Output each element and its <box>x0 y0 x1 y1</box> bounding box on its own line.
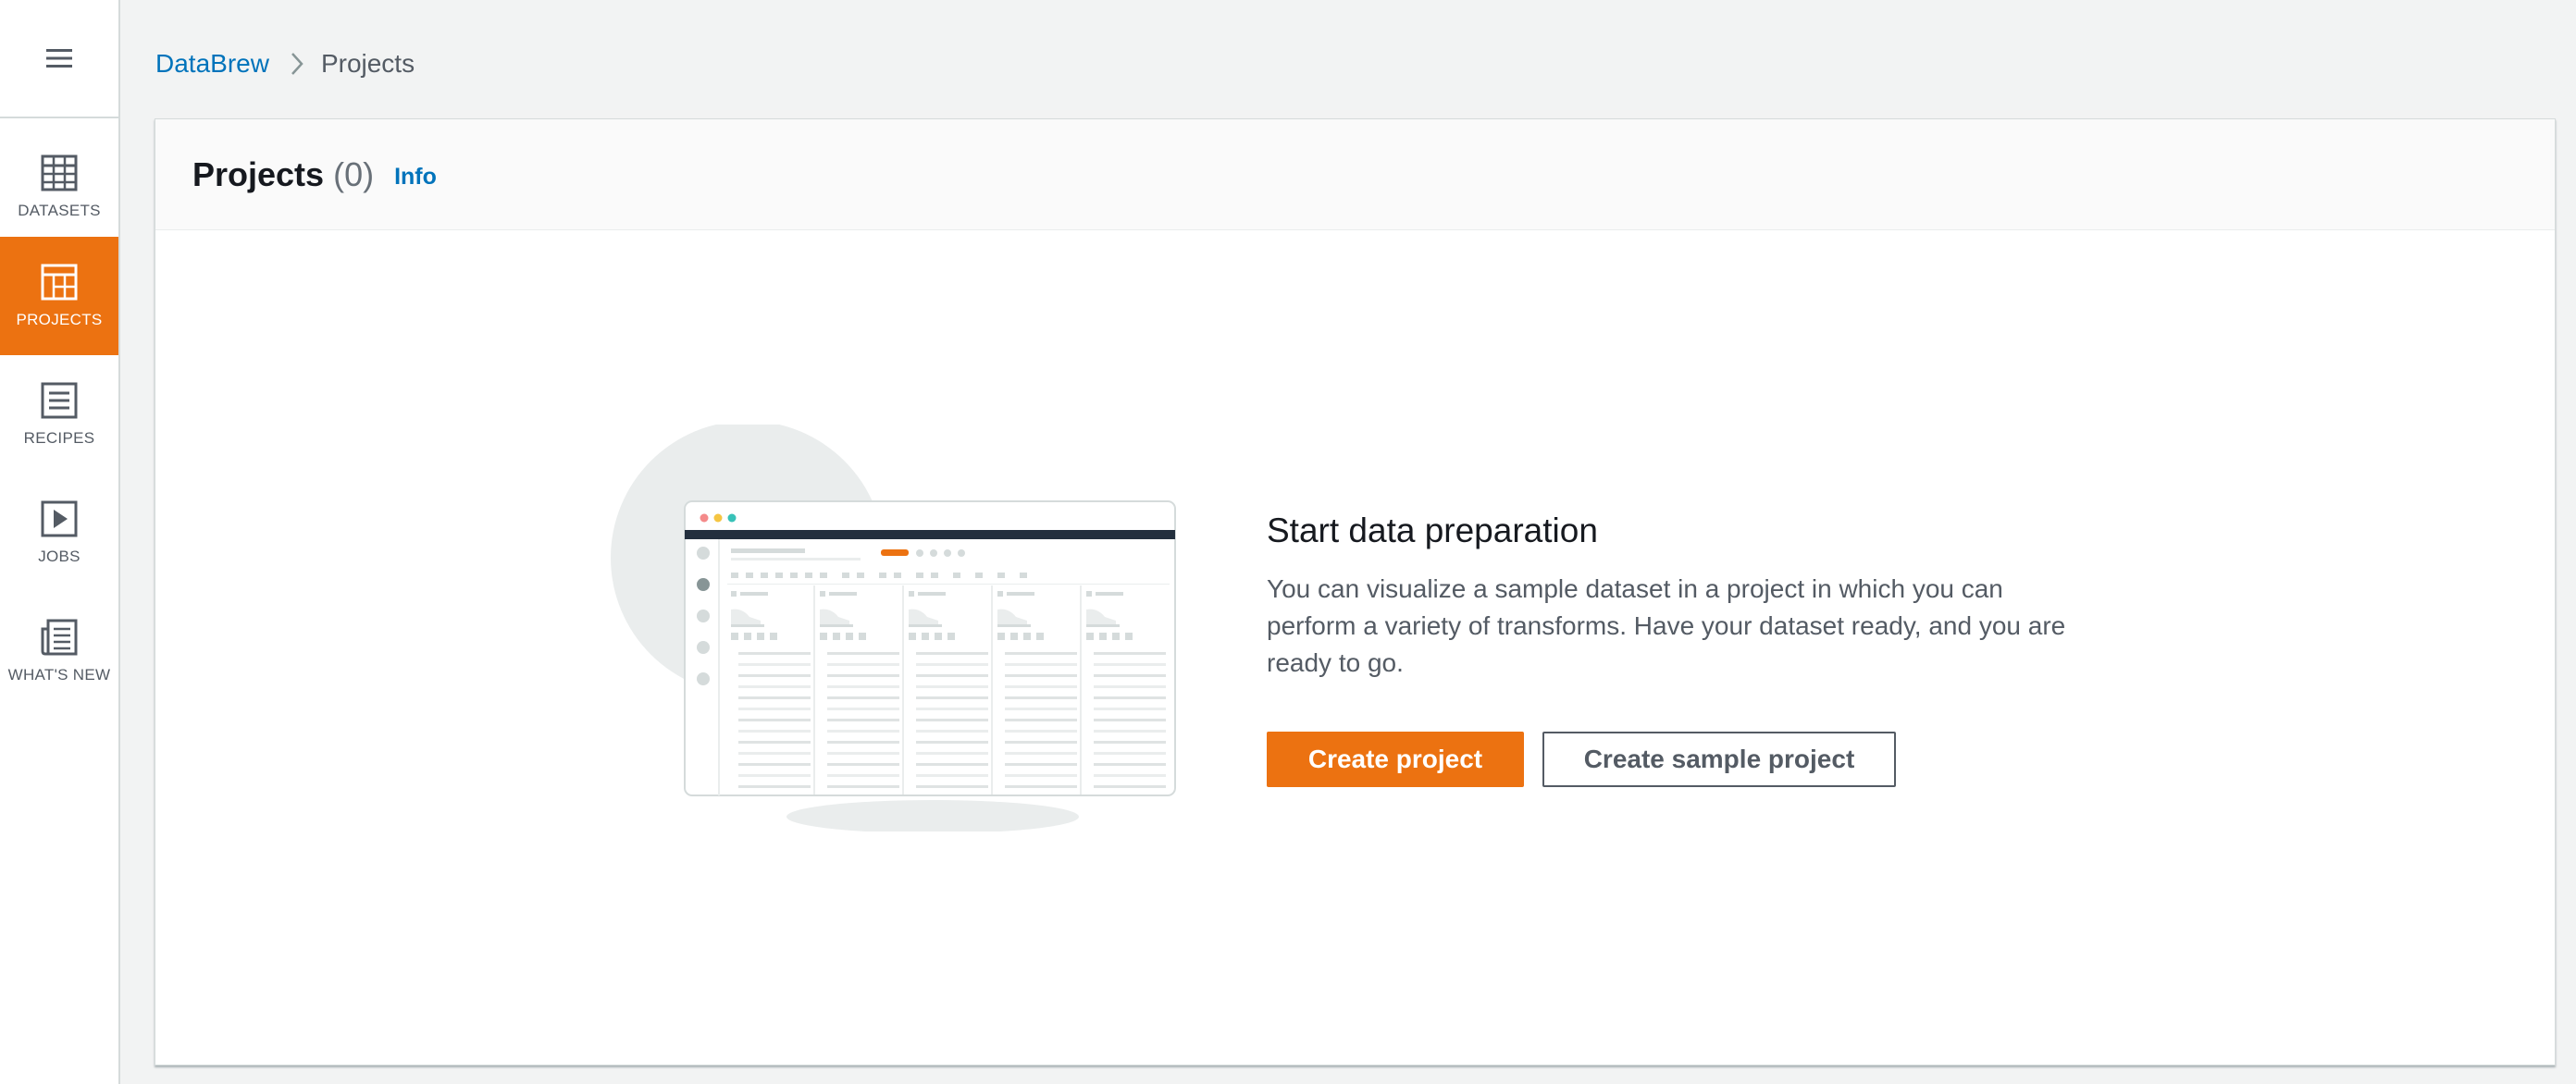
sidebar-item-recipes[interactable]: RECIPES <box>0 355 118 474</box>
sidebar-item-label: RECIPES <box>23 429 95 447</box>
sidebar-item-whats-new[interactable]: WHAT'S NEW <box>0 592 118 710</box>
recipe-list-icon <box>41 382 78 419</box>
create-project-button[interactable]: Create project <box>1267 732 1524 787</box>
empty-state: Start data preparation You can visualize… <box>1267 511 2099 682</box>
sidebar-item-projects[interactable]: PROJECTS <box>0 237 118 355</box>
breadcrumb-databrew-link[interactable]: DataBrew <box>155 49 269 79</box>
app-window-illustration <box>611 425 1176 831</box>
page-title: Projects <box>192 154 325 193</box>
breadcrumb-current: Projects <box>320 49 415 78</box>
table-grid-icon <box>41 154 78 191</box>
play-icon <box>41 500 78 537</box>
projects-container: Projects (0) Info Start data preparation… <box>155 118 2556 1066</box>
sidebar-item-datasets[interactable]: DATASETS <box>0 128 118 246</box>
empty-state-actions: Create project Create sample project <box>1267 732 1896 787</box>
hamburger-menu-icon <box>46 49 72 68</box>
info-link[interactable]: Info <box>394 164 437 191</box>
project-grid-icon <box>41 264 78 301</box>
container-header: Projects (0) Info <box>155 119 2555 230</box>
sidebar-item-label: WHAT'S NEW <box>7 666 111 684</box>
sidebar-item-label: JOBS <box>38 548 80 565</box>
sidebar-item-label: DATASETS <box>18 202 101 219</box>
sidebar: DATASETS PROJECTS RECIPES JOBS WHAT'S NE… <box>0 0 120 1084</box>
projects-count: (0) <box>333 154 375 193</box>
empty-state-title: Start data preparation <box>1267 511 1598 549</box>
empty-state-description: You can visualize a sample dataset in a … <box>1267 574 2066 677</box>
breadcrumb: DataBrew Projects <box>155 44 415 83</box>
create-sample-project-button[interactable]: Create sample project <box>1542 732 1896 787</box>
sidebar-item-label: PROJECTS <box>16 311 103 328</box>
sidebar-item-jobs[interactable]: JOBS <box>0 474 118 592</box>
chevron-right-icon <box>290 51 304 77</box>
hamburger-menu-button[interactable] <box>0 0 118 118</box>
newspaper-icon <box>41 619 78 656</box>
